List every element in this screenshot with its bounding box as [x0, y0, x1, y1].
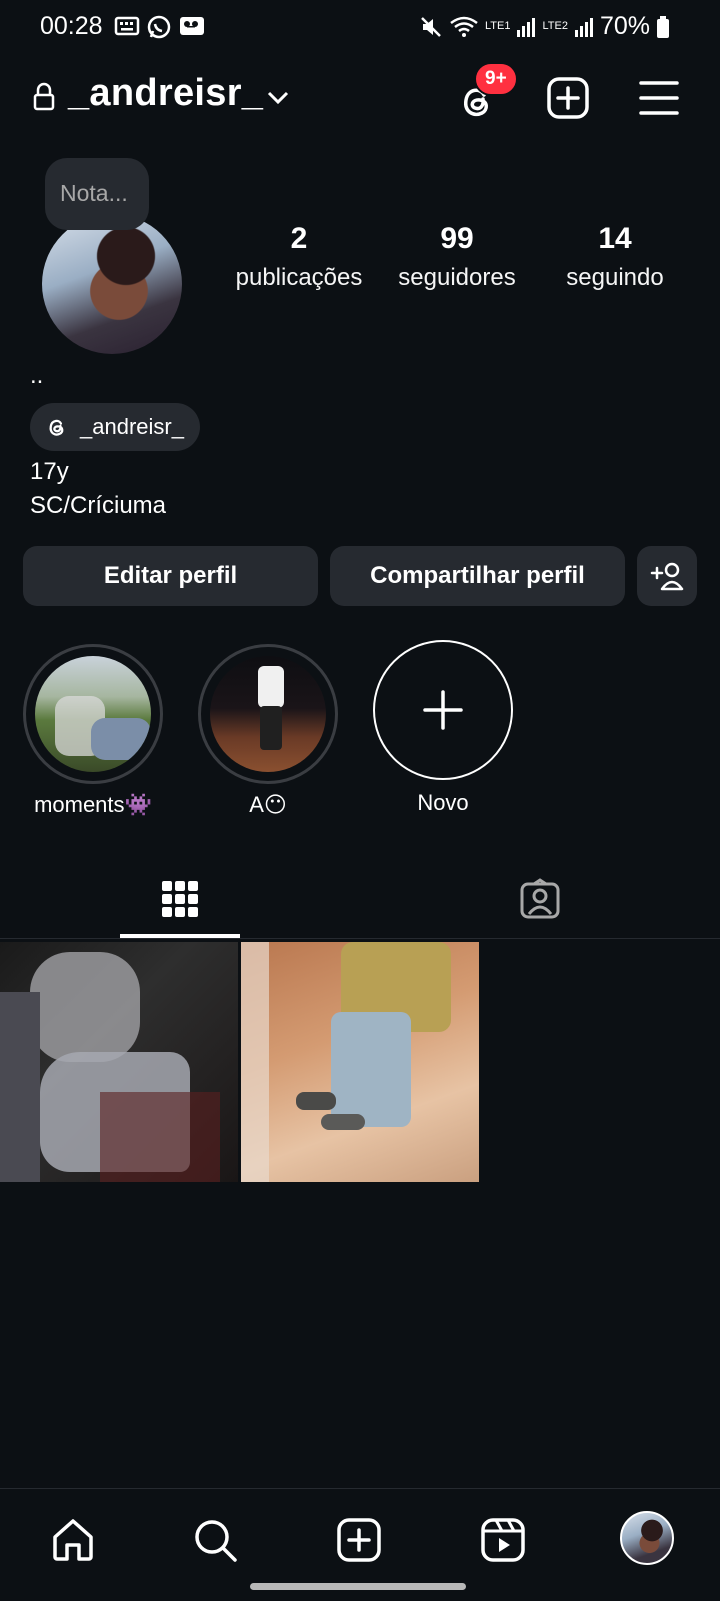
whatsapp-icon [147, 15, 171, 39]
lock-icon [33, 82, 55, 111]
home-indicator [250, 1583, 466, 1590]
posts-label: publicações [235, 264, 363, 291]
share-profile-button[interactable]: Compartilhar perfil [330, 546, 625, 606]
bio-line-location: SC/Críciuma [30, 492, 167, 519]
bio-name: .. [30, 362, 44, 389]
status-time: 00:28 [40, 12, 103, 40]
new-highlight-button[interactable] [373, 640, 513, 780]
following-stat[interactable]: 14 seguindo [540, 222, 690, 292]
home-icon[interactable] [50, 1517, 96, 1563]
signal-1-label: LTE1 [484, 20, 511, 32]
status-bar: 00:28 LTE1 LTE2 70% [0, 0, 720, 54]
signal-2-icon [574, 17, 593, 37]
bio-line-age: 17y [30, 458, 69, 485]
battery-percent: 70% [599, 12, 650, 40]
following-count: 14 [598, 222, 632, 255]
profile-avatar-icon[interactable] [620, 1511, 674, 1565]
mute-icon [421, 16, 441, 37]
profile-avatar[interactable] [42, 214, 182, 354]
tab-divider [0, 938, 720, 939]
reels-icon[interactable] [480, 1517, 526, 1563]
tab-tagged[interactable] [480, 866, 600, 932]
notification-badge: 9+ [474, 62, 518, 96]
highlight-ring [198, 644, 338, 784]
posts-stat[interactable]: 2 publicações [224, 222, 374, 292]
grid-icon [162, 881, 198, 917]
highlight-label-a: A😶 [249, 792, 287, 817]
plus-icon [423, 690, 463, 730]
notification-icons [114, 14, 206, 40]
post-thumbnail-1[interactable] [0, 942, 238, 1182]
wifi-icon [450, 16, 478, 37]
highlight-moments[interactable] [23, 644, 163, 784]
threads-handle: _andreisr_ [80, 414, 184, 439]
add-person-icon [650, 562, 684, 591]
highlight-cover [210, 656, 326, 772]
highlight-ring [23, 644, 163, 784]
voicemail-icon [180, 17, 204, 35]
active-tab-indicator [120, 934, 240, 938]
chevron-down-icon[interactable] [266, 90, 290, 106]
search-icon[interactable] [192, 1517, 238, 1563]
following-label: seguindo [566, 264, 664, 291]
tab-posts-grid[interactable] [120, 866, 240, 932]
highlight-a[interactable] [198, 644, 338, 784]
tagged-icon [520, 878, 560, 919]
new-highlight-label: Novo [417, 790, 469, 815]
keyboard-notification-icon [114, 16, 140, 36]
battery-icon [657, 15, 669, 38]
threads-profile-chip[interactable]: _andreisr_ [30, 403, 200, 451]
account-switcher-username[interactable]: _andreisr_ [68, 72, 263, 115]
note-placeholder: Nota... [60, 180, 128, 206]
threads-chip-icon [49, 419, 64, 436]
create-icon[interactable] [336, 1517, 382, 1563]
followers-stat[interactable]: 99 seguidores [382, 222, 532, 292]
post-thumbnail-2[interactable] [241, 942, 479, 1182]
system-icons: LTE1 LTE2 70% [419, 12, 670, 41]
highlight-label-moments: moments👾 [34, 792, 152, 817]
hamburger-menu-icon[interactable] [638, 78, 680, 118]
profile-header: _andreisr_ 9+ [0, 62, 720, 134]
posts-count: 2 [290, 222, 308, 255]
signal-2-label: LTE2 [542, 20, 568, 32]
signal-1-icon [517, 17, 536, 37]
create-post-icon[interactable] [546, 76, 590, 120]
followers-label: seguidores [398, 264, 516, 291]
followers-count: 99 [440, 222, 474, 255]
discover-people-button[interactable] [637, 546, 697, 606]
highlight-cover [35, 656, 151, 772]
edit-profile-button[interactable]: Editar perfil [23, 546, 318, 606]
